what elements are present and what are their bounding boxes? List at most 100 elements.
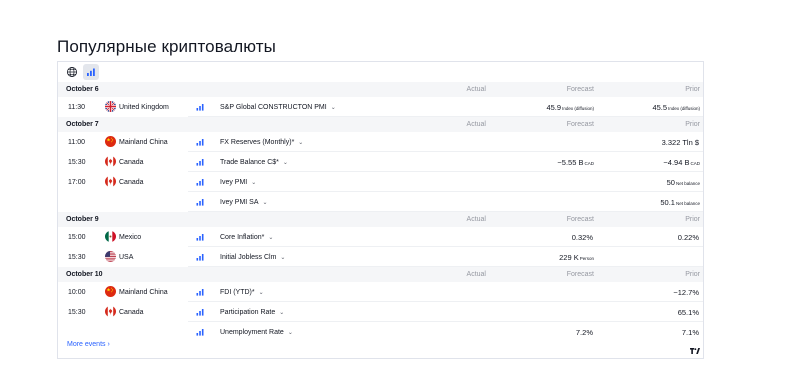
importance-high-icon (196, 158, 204, 166)
forecast-unit: Index (diffusion) (562, 106, 594, 111)
event-name[interactable]: FX Reserves (Monthly)* ⌄ (220, 139, 303, 146)
forecast-value: −5.55 B (557, 158, 584, 167)
event-name[interactable]: Unemployment Rate ⌄ (220, 329, 293, 336)
event-title: Unemployment Rate (220, 329, 284, 336)
cn-flag-icon (105, 286, 116, 297)
event-country: United Kingdom (119, 104, 169, 111)
event-time: 11:00 (68, 139, 85, 146)
event-time: 15:30 (68, 159, 86, 166)
chevron-down-icon[interactable]: ⌄ (298, 139, 303, 146)
chevron-down-icon[interactable]: ⌄ (288, 329, 293, 336)
prior-value: 3.322 Tln $ (661, 138, 699, 147)
group-date: October 7 (66, 121, 99, 128)
actual-column-header: Actual (466, 271, 486, 278)
widget-footer: More events › (58, 336, 703, 358)
chevron-down-icon[interactable]: ⌄ (259, 289, 264, 296)
forecast-column-header: Forecast (566, 271, 594, 278)
ca-flag-icon (105, 306, 116, 317)
mx-flag-icon (105, 231, 116, 242)
importance-filter-icon[interactable] (83, 64, 99, 80)
event-country: Mainland China (119, 139, 168, 146)
event-row[interactable]: 15:30 Canada Participation Rate ⌄ 65.1% (58, 302, 703, 322)
actual-column-header: Actual (466, 216, 486, 223)
importance-high-icon (196, 253, 204, 261)
gb-flag-icon (105, 101, 116, 112)
event-title: FDI (YTD)* (220, 289, 255, 296)
forecast-unit: Person (579, 256, 594, 261)
event-country: Mexico (119, 234, 142, 241)
event-row[interactable]: 17:00 Canada Ivey PMI ⌄ 50Net balance (58, 172, 703, 192)
prior-unit: Net balance (675, 201, 700, 206)
event-name[interactable]: Trade Balance C$* ⌄ (220, 159, 288, 166)
prior-cell: 65.1% (628, 308, 700, 317)
date-group-header: October 6 Actual Forecast Prior (58, 82, 703, 97)
forecast-cell (528, 138, 594, 147)
prior-unit: CAD (690, 161, 700, 166)
chevron-down-icon[interactable]: ⌄ (283, 159, 288, 166)
prior-cell: 45.5Index (diffusion) (628, 103, 700, 112)
forecast-cell (528, 288, 594, 297)
event-row[interactable]: 15:30 USA Initial Jobless Clm ⌄ 229 KPerson (58, 247, 703, 267)
prior-value: 50 (666, 178, 675, 187)
chevron-down-icon[interactable]: ⌄ (280, 254, 285, 261)
importance-high-icon (196, 103, 204, 111)
event-name[interactable]: Ivey PMI ⌄ (220, 179, 256, 186)
event-title: Participation Rate (220, 309, 276, 316)
group-date: October 9 (66, 216, 99, 223)
event-time: 10:00 (68, 289, 86, 296)
event-row[interactable]: 10:00 Mainland China FDI (YTD)* ⌄ −12.7% (58, 282, 703, 302)
importance-high-icon (196, 198, 204, 206)
prior-value: 65.1% (677, 308, 699, 317)
prior-column-header: Prior (685, 121, 700, 128)
tradingview-logo-icon[interactable] (690, 342, 700, 354)
calendar-toolbar (58, 62, 703, 82)
event-country: Canada (119, 179, 144, 186)
page-title: Популярные криптовалюты (57, 37, 276, 56)
event-name[interactable]: FDI (YTD)* ⌄ (220, 289, 264, 296)
event-row[interactable]: 11:00 Mainland China FX Reserves (Monthly)… (58, 132, 703, 152)
event-country: Canada (119, 309, 144, 316)
event-time: 15:00 (68, 234, 86, 241)
importance-high-icon (196, 138, 204, 146)
globe-icon[interactable] (64, 64, 80, 80)
chevron-down-icon[interactable]: ⌄ (331, 104, 336, 111)
event-time: 15:30 (68, 309, 86, 316)
group-date: October 10 (66, 271, 103, 278)
prior-cell: −4.94 BCAD (628, 158, 700, 167)
more-events-link[interactable]: More events › (67, 341, 110, 348)
chevron-down-icon[interactable]: ⌄ (268, 234, 273, 241)
event-row[interactable]: 15:00 Mexico Core Inflation* ⌄ 0.32% 0.22% (58, 227, 703, 247)
date-group-header: October 9 Actual Forecast Prior (58, 212, 703, 227)
event-row[interactable]: Ivey PMI SA ⌄ 50.1Net balance (58, 192, 703, 212)
event-time: 15:30 (68, 254, 86, 261)
forecast-cell: −5.55 BCAD (528, 158, 594, 167)
importance-high-icon (196, 178, 204, 186)
event-row[interactable]: 11:30 United Kingdom S&P Global CONSTRUCTO… (58, 97, 703, 117)
event-name[interactable]: S&P Global CONSTRUCTON PMI ⌄ (220, 104, 336, 111)
forecast-cell (528, 178, 594, 187)
prior-value: −12.7% (673, 288, 699, 297)
chevron-down-icon[interactable]: ⌄ (279, 309, 284, 316)
event-title: Trade Balance C$* (220, 159, 279, 166)
event-name[interactable]: Core Inflation* ⌄ (220, 234, 273, 241)
chevron-down-icon[interactable]: ⌄ (263, 199, 268, 206)
prior-cell: 50Net balance (628, 178, 700, 187)
forecast-column-header: Forecast (566, 216, 594, 223)
event-name[interactable]: Ivey PMI SA ⌄ (220, 199, 268, 206)
cn-flag-icon (105, 136, 116, 147)
prior-cell: 3.322 Tln $ (628, 138, 700, 147)
event-name[interactable]: Participation Rate ⌄ (220, 309, 284, 316)
chevron-down-icon[interactable]: ⌄ (251, 179, 256, 186)
event-name[interactable]: Initial Jobless Clm ⌄ (220, 254, 285, 261)
forecast-cell: 0.32% (528, 233, 594, 242)
forecast-cell: 229 KPerson (528, 253, 594, 262)
prior-value: 50.1 (660, 198, 675, 207)
event-country: USA (119, 254, 134, 261)
prior-cell: −12.7% (628, 288, 700, 297)
event-title: Ivey PMI (220, 179, 248, 186)
forecast-unit: CAD (584, 161, 594, 166)
event-row[interactable]: 15:30 Canada Trade Balance C$* ⌄ −5.55 BCAD −… (58, 152, 703, 172)
event-title: S&P Global CONSTRUCTON PMI (220, 104, 327, 111)
forecast-cell (528, 198, 594, 207)
date-group-header: October 7 Actual Forecast Prior (58, 117, 703, 132)
